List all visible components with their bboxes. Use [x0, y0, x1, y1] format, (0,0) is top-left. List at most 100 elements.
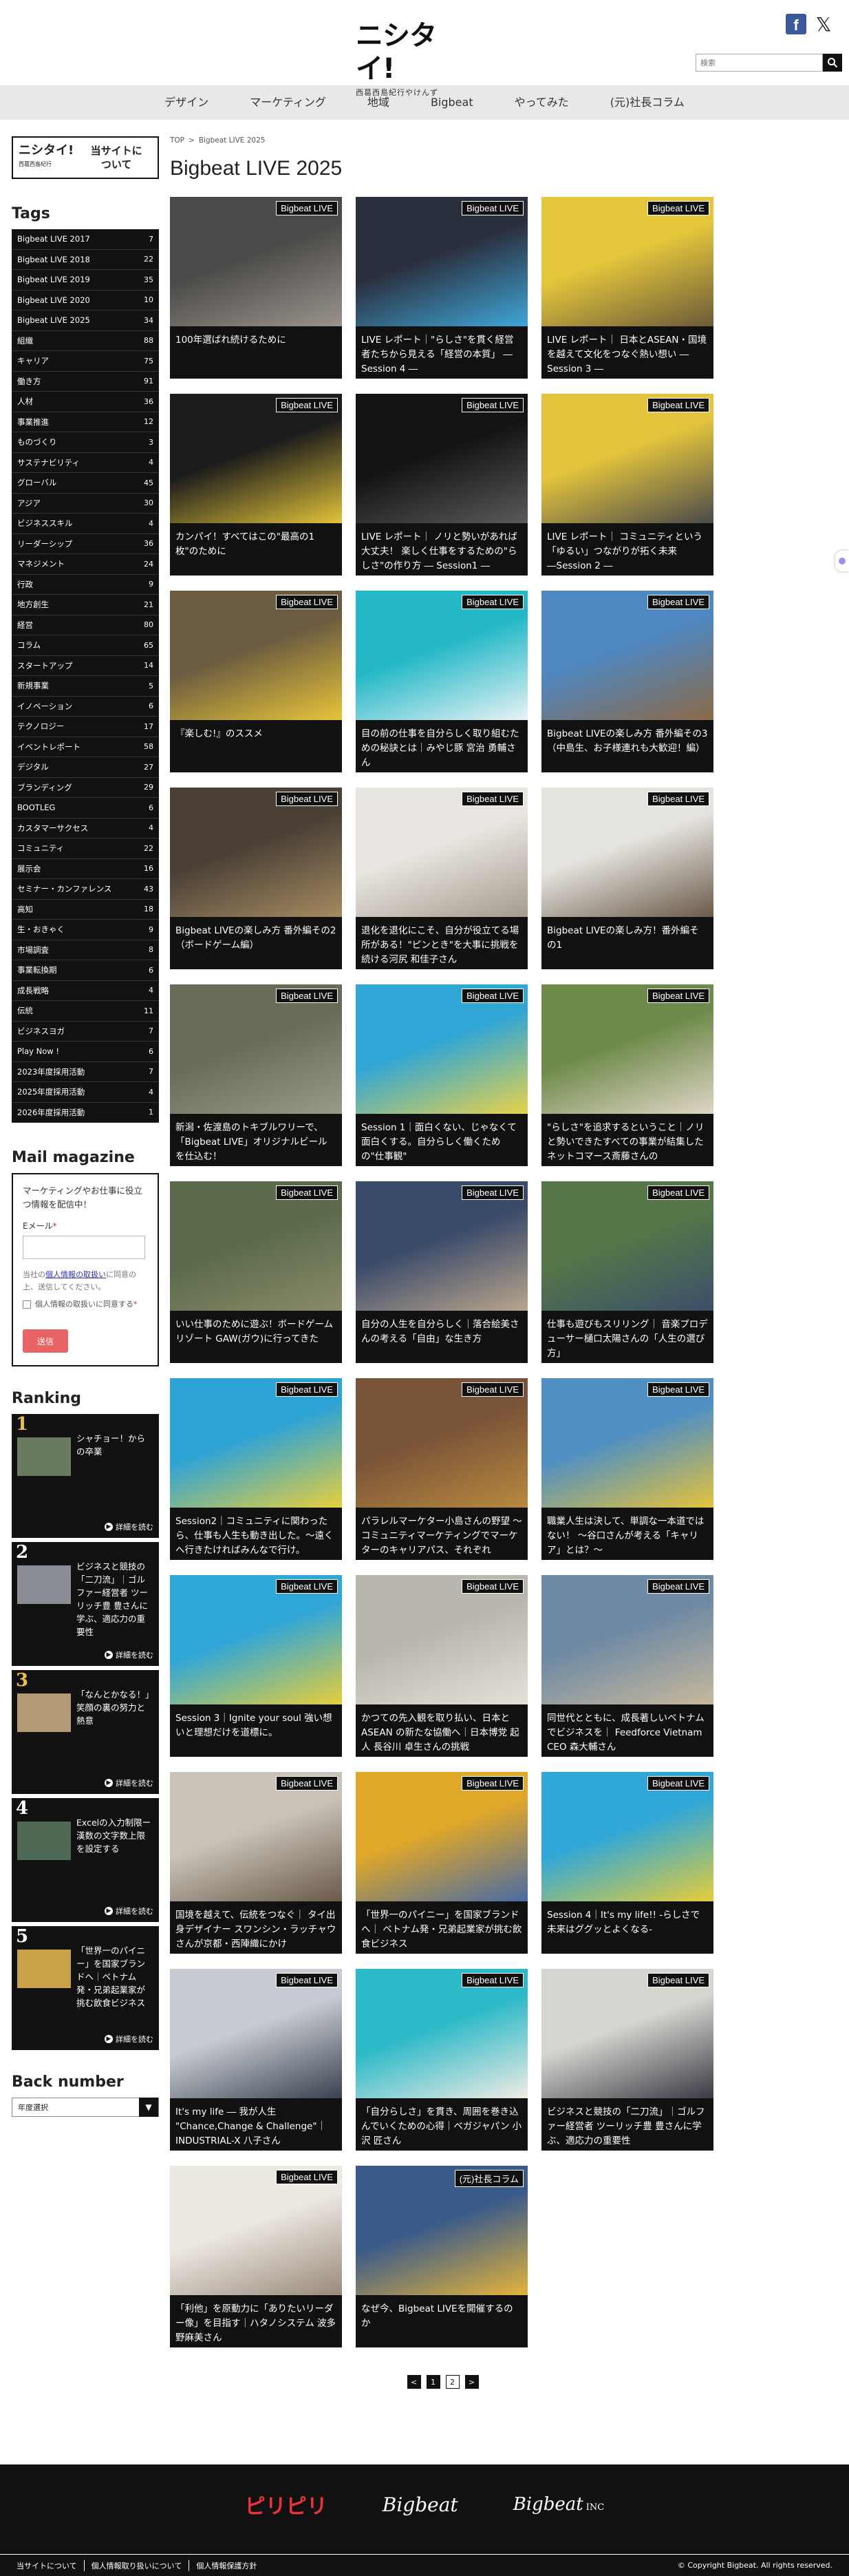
article-card[interactable]: Bigbeat LIVE 「利他」を原動力に「ありたいリーダー像」を目指す｜ハタ… [170, 2166, 342, 2347]
tag-item[interactable]: 市場調査 8 [12, 940, 159, 960]
privacy-policy-link[interactable]: 個人情報の取扱い [45, 1270, 106, 1279]
search-button[interactable] [823, 54, 842, 72]
tag-item[interactable]: Bigbeat LIVE 2019 35 [12, 270, 159, 291]
ranking-item[interactable]: 5 「世界一のパイニー」を国家ブランドへ｜ベトナム発・兄弟起業家が挑む飲食ビジネ… [12, 1926, 159, 2050]
tag-item[interactable]: Bigbeat LIVE 2025 34 [12, 310, 159, 331]
breadcrumb-home[interactable]: TOP [170, 136, 184, 147]
article-card[interactable]: Bigbeat LIVE パラレルマーケター小島さんの野望 〜コミュニティマーケ… [356, 1378, 528, 1560]
tag-item[interactable]: BOOTLEG 6 [12, 798, 159, 819]
tag-item[interactable]: ものづくり 3 [12, 432, 159, 453]
tag-item[interactable]: リーダーシップ 36 [12, 534, 159, 554]
rank-read-more[interactable]: ▶ 詳細を読む [105, 1905, 153, 1917]
article-card[interactable]: Bigbeat LIVE LIVE レポート｜ ノリと勢いがあれば大丈夫！ 楽し… [356, 394, 528, 576]
article-card[interactable]: Bigbeat LIVE It's my life ― 我が人生 "Chance… [170, 1969, 342, 2151]
footer-logo-bigbeat-inc[interactable]: Bigbeat INC [513, 2494, 605, 2515]
rank-read-more[interactable]: ▶ 詳細を読む [105, 1777, 153, 1788]
article-card[interactable]: Bigbeat LIVE Session2｜コミュニティに関わったら、仕事も人生… [170, 1378, 342, 1560]
nav-item-marketing[interactable]: マーケティング [229, 85, 347, 120]
tag-item[interactable]: Bigbeat LIVE 2020 10 [12, 291, 159, 310]
tag-item[interactable]: 行政 9 [12, 575, 159, 595]
article-card[interactable]: Bigbeat LIVE LIVE レポート｜ コミュニティという「ゆるい」つな… [541, 394, 713, 576]
ranking-item[interactable]: 3 「なんとかなる！」笑顔の裏の努力と熱意 ▶ 詳細を読む [12, 1670, 159, 1794]
tag-item[interactable]: テクノロジー 17 [12, 717, 159, 737]
page-2-current[interactable]: 2 [445, 2375, 460, 2389]
tag-item[interactable]: キャリア 75 [12, 351, 159, 372]
ranking-item[interactable]: 4 Excelの入力制限ー漢数の文字数上限を設定する ▶ 詳細を読む [12, 1798, 159, 1922]
article-card[interactable]: Bigbeat LIVE 100年選ばれ続けるために [170, 197, 342, 379]
x-twitter-icon[interactable]: 𝕏 [813, 13, 834, 36]
site-logo[interactable]: ニシタイ! 西葛西島紀行やけんず [356, 19, 438, 97]
tag-item[interactable]: 新規事業 5 [12, 676, 159, 697]
tag-item[interactable]: サステナビリティ 4 [12, 453, 159, 473]
year-select[interactable]: 年度選択 ▼ [12, 2098, 159, 2117]
tag-item[interactable]: 成長戦略 4 [12, 981, 159, 1001]
tag-item[interactable]: 伝統 11 [12, 1001, 159, 1022]
tag-item[interactable]: デジタル 27 [12, 757, 159, 778]
tag-item[interactable]: コラム 65 [12, 635, 159, 656]
tag-item[interactable]: イノベーション 6 [12, 697, 159, 717]
tag-item[interactable]: 地方創生 21 [12, 595, 159, 615]
article-card[interactable]: (元)社長コラム なぜ今、Bigbeat LIVEを開催するのか [356, 2166, 528, 2347]
article-card[interactable]: Bigbeat LIVE 国境を越えて、伝統をつなぐ｜ タイ出身デザイナー スワ… [170, 1772, 342, 1954]
tag-item[interactable]: 組織 88 [12, 331, 159, 351]
footer-logo-bigbeat-live[interactable]: Bigbeat [383, 2493, 458, 2516]
footer-link-privacy-handling[interactable]: 個人情報取り扱いについて [85, 2559, 190, 2571]
article-card[interactable]: Bigbeat LIVE Bigbeat LIVEの楽しみ方！番外編その1 [541, 788, 713, 969]
article-card[interactable]: Bigbeat LIVE 職業人生は決して、単調な一本道ではない！ 〜谷口さんが… [541, 1378, 713, 1560]
tag-item[interactable]: 生・おきゃく 9 [12, 920, 159, 940]
tag-item[interactable]: 事業転換期 6 [12, 960, 159, 981]
tag-item[interactable]: 2026年度採用活動 1 [12, 1103, 159, 1123]
tag-item[interactable]: カスタマーサクセス 4 [12, 819, 159, 838]
tag-item[interactable]: マネジメント 24 [12, 554, 159, 575]
send-button[interactable]: 送信 [23, 1329, 68, 1353]
article-card[interactable]: Bigbeat LIVE Session 3｜Ignite your soul … [170, 1575, 342, 1757]
article-card[interactable]: Bigbeat LIVE カンパイ！すべてはこの"最高の1枚"のために [170, 394, 342, 576]
article-card[interactable]: Bigbeat LIVE 「自分らしさ」を貫き、周囲を巻き込んでいくための心得｜… [356, 1969, 528, 2151]
article-card[interactable]: Bigbeat LIVE 目の前の仕事を自分らしく取り組むための秘訣とは｜みやじ… [356, 591, 528, 772]
article-card[interactable]: Bigbeat LIVE "らしさ"を追求するということ｜ノリと勢いできたすべて… [541, 984, 713, 1166]
tag-item[interactable]: 経営 80 [12, 615, 159, 635]
nav-item-tried[interactable]: やってみた [494, 85, 590, 120]
article-card[interactable]: Bigbeat LIVE Session 4｜It's my life!! -ら… [541, 1772, 713, 1954]
article-card[interactable]: Bigbeat LIVE 「世界一のパイニー」を国家ブランドへ｜ ベトナム発・兄… [356, 1772, 528, 1954]
floating-side-tab[interactable] [835, 551, 849, 571]
footer-link-privacy-policy[interactable]: 個人情報保護方針 [189, 2560, 264, 2571]
tag-item[interactable]: Play Now ! 6 [12, 1042, 159, 1062]
prev-page-button[interactable]: < [407, 2375, 421, 2389]
tag-item[interactable]: セミナー・カンファレンス 43 [12, 879, 159, 900]
tag-item[interactable]: 働き方 91 [12, 372, 159, 392]
rank-read-more[interactable]: ▶ 詳細を読む [105, 1649, 153, 1660]
article-card[interactable]: Bigbeat LIVE いい仕事のために遊ぶ！ボードゲームリゾート GAW(ガ… [170, 1181, 342, 1363]
tag-item[interactable]: 高知 18 [12, 900, 159, 920]
facebook-icon[interactable]: f [786, 14, 806, 34]
ranking-item[interactable]: 2 ビジネスと競技の「二刀流」｜ゴルファー経営者 ツーリッチ豊 豊さんに学ぶ、適… [12, 1542, 159, 1666]
footer-link-about[interactable]: 当サイトについて [17, 2559, 85, 2571]
article-card[interactable]: Bigbeat LIVE 新潟・佐渡島のトキブルワリーで、「Bigbeat LI… [170, 984, 342, 1166]
article-card[interactable]: Bigbeat LIVE 『楽しむ!』のススメ [170, 591, 342, 772]
search-input[interactable] [696, 54, 823, 72]
about-site-banner[interactable]: ニシタイ! 西葛西島紀行 当サイトに ついて [12, 136, 159, 179]
privacy-consent-checkbox[interactable] [23, 1300, 31, 1309]
tag-item[interactable]: Bigbeat LIVE 2018 22 [12, 250, 159, 270]
rank-read-more[interactable]: ▶ 詳細を読む [105, 1521, 153, 1532]
article-card[interactable]: Bigbeat LIVE LIVE レポート｜"らしさ"を貫く経営者たちから見え… [356, 197, 528, 379]
tag-item[interactable]: ビジネスヨガ 7 [12, 1022, 159, 1042]
tag-item[interactable]: 事業推進 12 [12, 412, 159, 432]
article-card[interactable]: Bigbeat LIVE 自分の人生を自分らしく｜落合絵美さんの考える「自由」な… [356, 1181, 528, 1363]
tag-item[interactable]: アジア 30 [12, 494, 159, 514]
email-field[interactable] [23, 1236, 145, 1259]
tag-item[interactable]: ビジネススキル 4 [12, 514, 159, 534]
tag-item[interactable]: コミュニティ 22 [12, 838, 159, 859]
nav-item-ceo-column[interactable]: (元)社長コラム [590, 85, 705, 120]
article-card[interactable]: Bigbeat LIVE LIVE レポート｜ 日本とASEAN・国境を越えて文… [541, 197, 713, 379]
article-card[interactable]: Bigbeat LIVE 退化を退化にこそ、自分が役立てる場所がある！"ピンとき… [356, 788, 528, 969]
article-card[interactable]: Bigbeat LIVE 同世代とともに、成長著しいベトナムでビジネスを｜ Fe… [541, 1575, 713, 1757]
tag-item[interactable]: Bigbeat LIVE 2017 7 [12, 229, 159, 250]
rank-read-more[interactable]: ▶ 詳細を読む [105, 2034, 153, 2045]
tag-item[interactable]: イベントレポート 58 [12, 737, 159, 757]
tag-item[interactable]: 人材 36 [12, 392, 159, 412]
page-1-button[interactable]: 1 [426, 2375, 440, 2389]
article-card[interactable]: Bigbeat LIVE Bigbeat LIVEの楽しみ方 番外編その3（中島… [541, 591, 713, 772]
tag-item[interactable]: スタートアップ 14 [12, 656, 159, 676]
tag-item[interactable]: グローバル 45 [12, 473, 159, 494]
